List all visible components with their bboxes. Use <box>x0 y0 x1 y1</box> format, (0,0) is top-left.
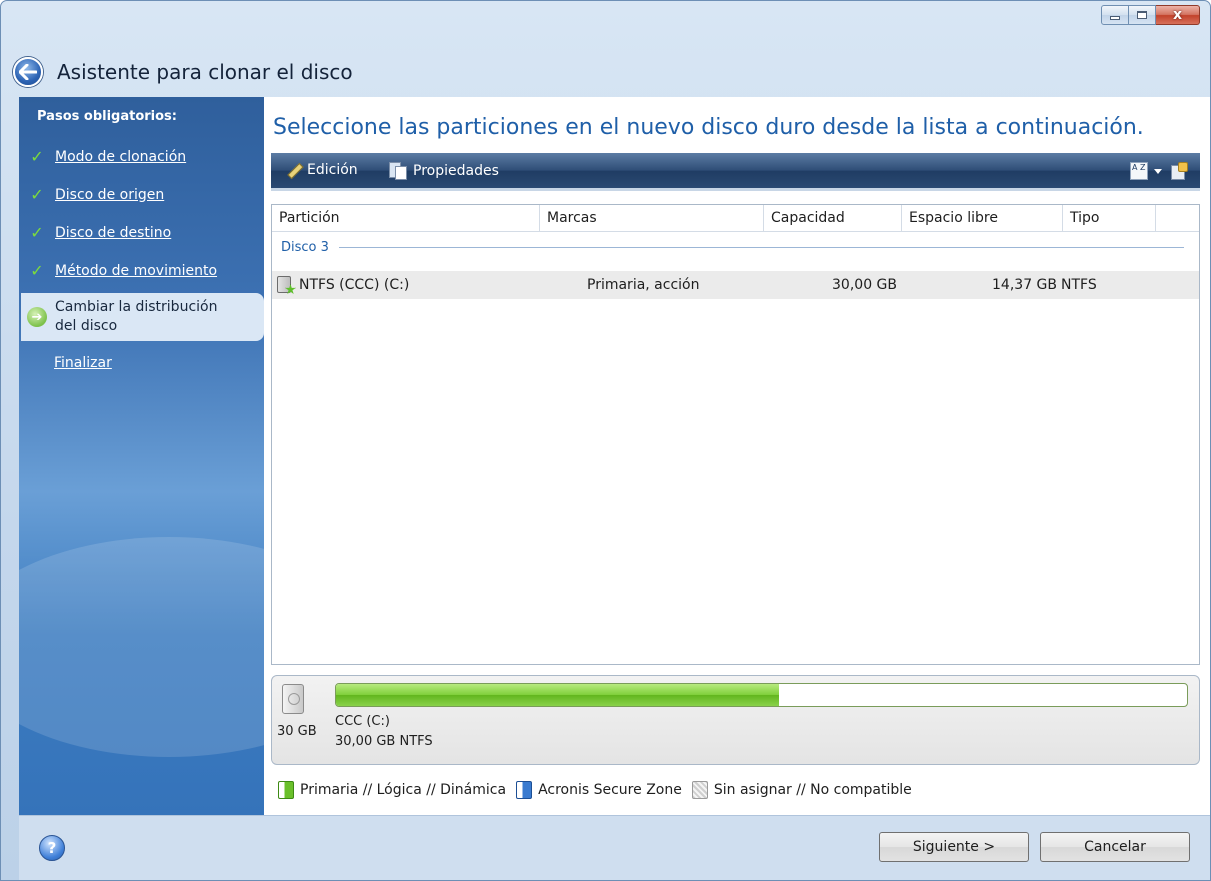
wizard-steps-sidebar: Pasos obligatorios: ✓ Modo de clonación … <box>19 97 264 815</box>
checkmark-icon: ✓ <box>30 185 44 204</box>
partition-info-label: 30,00 GB NTFS <box>335 734 433 749</box>
hard-disk-icon <box>282 684 304 714</box>
partition-legend: Primaria // Lógica // Dinámica Acronis S… <box>278 781 922 799</box>
legend-primary-label: Primaria // Lógica // Dinámica <box>300 782 507 798</box>
current-step-line2: del disco <box>55 318 118 334</box>
properties-button[interactable]: Propiedades <box>389 162 499 180</box>
clone-disk-wizard-window: x Asistente para clonar el disco Pasos o… <box>0 0 1211 881</box>
maximize-icon <box>1137 11 1147 19</box>
page-heading: Seleccione las particiones en el nuevo d… <box>273 115 1144 140</box>
step-label: Modo de clonación <box>55 148 187 165</box>
disk-group-header: Disco 3 <box>272 235 1199 259</box>
close-button[interactable]: x <box>1156 5 1200 25</box>
column-header-free-space[interactable]: Espacio libre <box>902 205 1063 232</box>
step-move-method[interactable]: ✓ Método de movimiento <box>27 261 217 280</box>
step-clone-mode[interactable]: ✓ Modo de clonación <box>27 147 186 166</box>
partition-table: Partición Marcas Capacidad Espacio libre… <box>271 204 1200 665</box>
step-label: Disco de origen <box>55 186 165 203</box>
column-chooser-icon[interactable] <box>1171 162 1189 180</box>
checkmark-icon: ✓ <box>30 147 44 166</box>
back-button[interactable] <box>13 57 43 87</box>
cell-free-space: 14,37 GB <box>992 277 1057 293</box>
partition-bar[interactable] <box>335 683 1188 707</box>
properties-icon <box>389 162 407 180</box>
column-header-type[interactable]: Tipo <box>1063 205 1156 232</box>
sort-dropdown-arrow-icon[interactable] <box>1154 169 1162 174</box>
help-icon[interactable]: ? <box>39 835 65 861</box>
wizard-footer: ? Siguiente > Cancelar <box>19 815 1210 880</box>
maximize-button[interactable] <box>1129 5 1156 25</box>
legend-unallocated-swatch <box>691 781 708 799</box>
partition-name-label: CCC (C:) <box>335 714 390 729</box>
partition-used-fill <box>336 684 779 706</box>
edit-label: Edición <box>307 162 358 178</box>
minimize-icon <box>1110 16 1120 20</box>
cell-capacity: 30,00 GB <box>832 277 897 293</box>
back-arrow-icon <box>19 64 37 80</box>
current-step-arrow-icon: ➔ <box>27 307 47 327</box>
title-bar: Asistente para clonar el disco <box>13 57 353 87</box>
sidebar-decoration <box>19 537 264 757</box>
step-label: Método de movimiento <box>55 262 218 279</box>
legend-secure-zone-label: Acronis Secure Zone <box>538 782 682 798</box>
step-change-disk-layout-current[interactable]: ➔ Cambiar la distribución del disco <box>21 293 264 341</box>
properties-label: Propiedades <box>413 163 499 179</box>
next-button[interactable]: Siguiente > <box>879 832 1029 862</box>
legend-secure-zone-swatch <box>516 781 533 799</box>
group-divider <box>338 246 1184 248</box>
step-label: Disco de destino <box>55 224 172 241</box>
step-destination-disk[interactable]: ✓ Disco de destino <box>27 223 171 242</box>
cancel-button[interactable]: Cancelar <box>1040 832 1190 862</box>
window-title: Asistente para clonar el disco <box>57 60 353 84</box>
column-header-capacity[interactable]: Capacidad <box>764 205 902 232</box>
steps-heading: Pasos obligatorios: <box>37 109 177 124</box>
window-caption-buttons: x <box>1101 5 1200 25</box>
main-content: Seleccione las particiones en el nuevo d… <box>264 97 1210 815</box>
checkmark-icon: ✓ <box>30 223 44 242</box>
disk-group-label: Disco 3 <box>281 239 329 255</box>
edit-button[interactable]: Edición <box>285 162 358 178</box>
legend-primary-swatch <box>278 781 294 799</box>
current-step-line1: Cambiar la distribución <box>55 299 218 315</box>
checkmark-icon: ✓ <box>30 261 44 280</box>
legend-unallocated-label: Sin asignar // No compatible <box>713 782 912 798</box>
pencil-icon <box>285 162 301 178</box>
partition-disk-icon <box>277 276 296 295</box>
step-source-disk[interactable]: ✓ Disco de origen <box>27 185 164 204</box>
disk-map: 30 GB CCC (C:) 30,00 GB NTFS <box>271 675 1200 765</box>
table-row[interactable]: NTFS (CCC) (C:) Primaria, acción 30,00 G… <box>272 271 1199 299</box>
column-header-flags[interactable]: Marcas <box>540 205 764 232</box>
partition-toolbar: Edición Propiedades A Z <box>271 153 1200 191</box>
minimize-button[interactable] <box>1101 5 1129 25</box>
cell-flags: Primaria, acción <box>587 277 700 293</box>
close-icon: x <box>1172 7 1183 23</box>
cell-type: NTFS <box>1061 277 1097 293</box>
column-header-partition[interactable]: Partición <box>272 205 540 232</box>
current-step-label: Cambiar la distribución del disco <box>55 298 217 336</box>
disk-size-label: 30 GB <box>277 724 317 739</box>
step-finish[interactable]: Finalizar <box>54 355 112 371</box>
sort-icon[interactable]: A Z <box>1130 162 1148 180</box>
cell-partition: NTFS (CCC) (C:) <box>299 277 410 293</box>
table-header: Partición Marcas Capacidad Espacio libre… <box>272 205 1199 232</box>
